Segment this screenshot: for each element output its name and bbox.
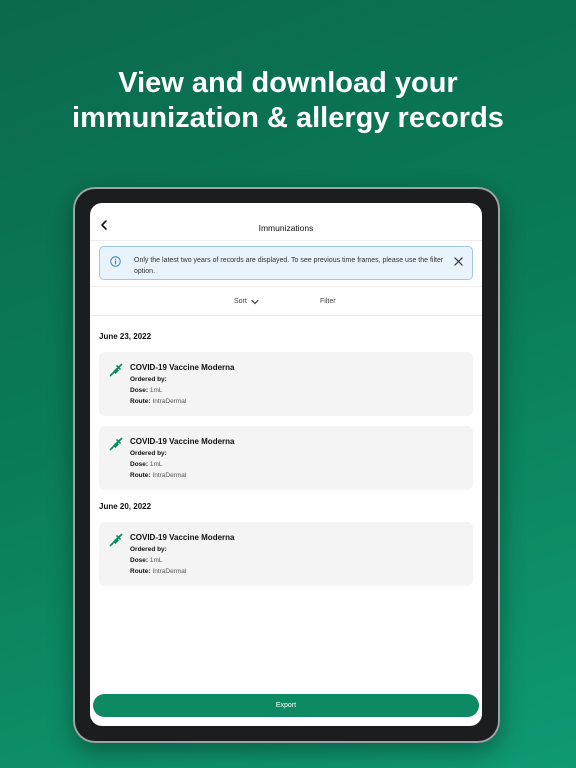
route-row: Route: IntraDermal	[130, 398, 187, 405]
ordered-by-row: Ordered by:	[130, 546, 167, 553]
syringe-icon	[109, 437, 123, 451]
route-row: Route: IntraDermal	[130, 472, 187, 479]
record-title: COVID-19 Vaccine Moderna	[130, 437, 235, 446]
headline-line-2: immunization & allergy records	[72, 102, 504, 134]
dose-row: Dose: 1mL	[130, 461, 163, 468]
record-title: COVID-19 Vaccine Moderna	[130, 533, 235, 542]
dose-row: Dose: 1mL	[130, 557, 163, 564]
record-title: COVID-19 Vaccine Moderna	[130, 363, 235, 372]
sort-button[interactable]: Sort	[234, 298, 259, 305]
banner-message: Only the latest two years of records are…	[134, 257, 444, 275]
sort-filter-bar: Sort Filter	[90, 286, 482, 316]
close-icon[interactable]	[454, 257, 463, 266]
syringe-icon	[109, 363, 123, 377]
ordered-by-row: Ordered by:	[130, 376, 167, 383]
date-heading: June 20, 2022	[99, 502, 152, 511]
app-screen: Immunizations Only the latest two years …	[90, 203, 482, 726]
export-button[interactable]: Export	[93, 694, 479, 717]
info-icon	[110, 256, 121, 267]
route-row: Route: IntraDermal	[130, 568, 187, 575]
dose-row: Dose: 1mL	[130, 387, 163, 394]
immunization-card[interactable]: COVID-19 Vaccine Moderna Ordered by: Dos…	[99, 352, 473, 416]
headline-line-1: View and download your	[118, 67, 458, 99]
date-heading: June 23, 2022	[99, 332, 152, 341]
immunization-card[interactable]: COVID-19 Vaccine Moderna Ordered by: Dos…	[99, 426, 473, 490]
sort-label: Sort	[234, 298, 247, 305]
ordered-by-row: Ordered by:	[130, 450, 167, 457]
nav-bar: Immunizations	[90, 203, 482, 241]
immunization-card[interactable]: COVID-19 Vaccine Moderna Ordered by: Dos…	[99, 522, 473, 586]
filter-button[interactable]: Filter	[320, 298, 336, 305]
info-banner: Only the latest two years of records are…	[99, 246, 473, 280]
syringe-icon	[109, 533, 123, 547]
chevron-down-icon	[251, 299, 259, 304]
marketing-headline: View and download your immunization & al…	[0, 66, 576, 136]
page-title: Immunizations	[258, 223, 314, 233]
